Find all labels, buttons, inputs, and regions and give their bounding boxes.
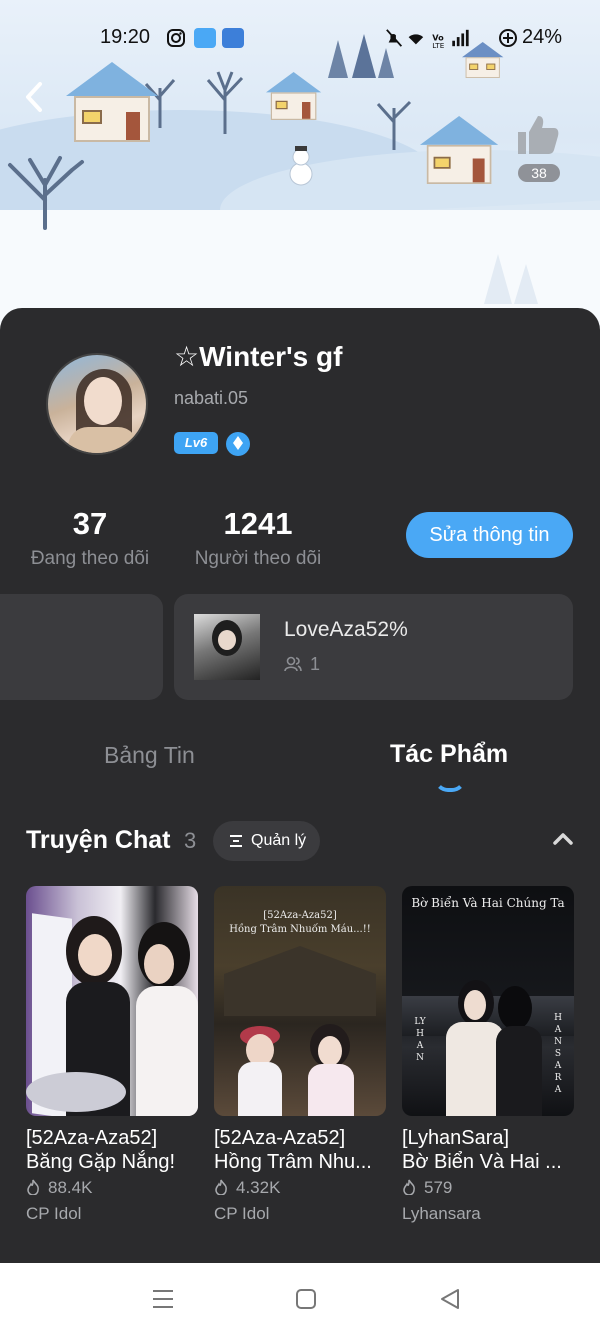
active-tab-indicator <box>434 778 466 792</box>
story-views-value: 579 <box>424 1178 453 1197</box>
story-category: Lyhansara <box>402 1204 481 1223</box>
house-decoration <box>266 72 322 121</box>
thumbs-up-icon <box>518 116 559 154</box>
tree-decoration <box>8 156 84 230</box>
tab-works[interactable]: Tác Phẩm <box>390 740 508 769</box>
followers-label: Người theo dõi <box>194 548 322 569</box>
manage-label: Quản lý <box>251 832 307 849</box>
story-card[interactable]: [52Aza-Aza52] Băng Gặp Nắng! 88.4K CP Id… <box>26 886 198 1224</box>
system-navigation-bar <box>0 1263 600 1333</box>
battery-icon <box>499 29 517 47</box>
story-views-value: 88.4K <box>48 1178 93 1197</box>
fandom-thumbnail <box>194 614 260 680</box>
story-views-value: 4.32K <box>236 1178 281 1197</box>
story-title-line2: Hồng Trâm Nhu... <box>214 1151 372 1173</box>
instagram-icon <box>167 29 185 47</box>
manage-button[interactable]: Quản lý <box>213 821 320 861</box>
story-cover <box>26 886 198 1116</box>
like-count: 38 <box>518 164 560 182</box>
status-bar: 19:20 Vo LTE 24% <box>0 0 600 76</box>
following-count: 37 <box>72 506 108 541</box>
story-cover: Bờ Biển Và Hai Chúng Ta LYHAN HANSARA <box>402 886 574 1116</box>
edit-profile-button[interactable]: Sửa thông tin <box>406 512 573 558</box>
back-button[interactable] <box>22 80 52 116</box>
fandom-card[interactable]: LoveAza52% 1 <box>174 594 573 700</box>
cover-right-text: HANSARA <box>554 1013 562 1095</box>
fandom-member-count: 1 <box>310 654 321 674</box>
sort-icon <box>230 835 242 847</box>
status-time: 19:20 <box>100 26 151 48</box>
profile-card: ☆Winter's gf nabati.05 Lv6 37 Đang theo … <box>0 308 600 1263</box>
fire-icon <box>215 1179 227 1195</box>
profile-cover-banner: 19:20 Vo LTE 24% 38 <box>0 0 600 340</box>
story-cover: [52Aza-Aza52] Hồng Trâm Nhuốm Máu...!! <box>214 886 386 1116</box>
story-title-line1: [52Aza-Aza52] <box>26 1127 158 1149</box>
section-count: 3 <box>184 828 197 853</box>
chevron-left-icon <box>26 82 42 112</box>
story-title-line1: [52Aza-Aza52] <box>214 1127 346 1149</box>
cover-left-text: LYHAN <box>414 1017 426 1063</box>
section-title: Truyện Chat <box>26 826 171 854</box>
story-title-line2: Bờ Biển Và Hai ... <box>402 1151 562 1173</box>
menu-icon[interactable] <box>151 1287 175 1311</box>
cover-text-line1: [52Aza-Aza52] <box>263 910 337 921</box>
level-badge[interactable]: Lv6 <box>174 432 218 454</box>
svg-text:LTE: LTE <box>432 41 444 48</box>
story-views: 579 <box>402 1178 574 1198</box>
following-stat[interactable]: 37 Đang theo dõi <box>26 506 154 570</box>
snowman-decoration <box>289 146 313 186</box>
followers-stat[interactable]: 1241 Người theo dõi <box>190 506 326 570</box>
fire-icon <box>403 1179 415 1195</box>
story-views: 4.32K <box>214 1178 386 1198</box>
users-icon <box>284 656 302 672</box>
cover-text-line2: Hồng Trâm Nhuốm Máu...!! <box>229 924 371 935</box>
story-category: CP Idol <box>26 1204 82 1223</box>
like-button[interactable]: 38 <box>514 112 564 184</box>
following-label: Đang theo dõi <box>30 548 150 569</box>
home-square-icon[interactable] <box>294 1287 318 1311</box>
tab-news[interactable]: Bảng Tin <box>104 742 195 769</box>
avatar[interactable] <box>46 353 148 455</box>
fandom-title: LoveAza52% <box>284 618 408 641</box>
story-card[interactable]: [52Aza-Aza52] Hồng Trâm Nhuốm Máu...!! [… <box>214 886 386 1224</box>
fandom-members: 1 <box>284 654 320 675</box>
weather-icon <box>194 28 216 48</box>
tree-decoration <box>206 71 244 134</box>
fandom-card-partial[interactable] <box>0 594 163 700</box>
cover-title: Bờ Biển Và Hai Chúng Ta <box>411 896 565 910</box>
app-notification-icon <box>222 28 244 48</box>
fire-icon <box>27 1179 39 1195</box>
story-views: 88.4K <box>26 1178 198 1198</box>
followers-count: 1241 <box>223 506 293 541</box>
profile-handle: nabati.05 <box>174 388 249 408</box>
chevron-up-icon[interactable] <box>552 830 574 846</box>
tree-decoration <box>376 100 412 150</box>
back-triangle-icon[interactable] <box>438 1287 462 1311</box>
verified-icon[interactable] <box>226 432 250 456</box>
battery-percentage: 24% <box>522 26 563 48</box>
story-title-line1: [LyhanSara] <box>402 1127 510 1149</box>
profile-name: ☆Winter's gf <box>174 341 343 372</box>
house-decoration <box>420 116 499 186</box>
story-category: CP Idol <box>214 1204 270 1223</box>
story-title-line2: Băng Gặp Nắng! <box>26 1151 175 1173</box>
story-card[interactable]: Bờ Biển Và Hai Chúng Ta LYHAN HANSARA [L… <box>402 886 574 1224</box>
status-icons: Vo LTE <box>386 29 469 48</box>
pine-trees-decoration <box>484 254 538 304</box>
